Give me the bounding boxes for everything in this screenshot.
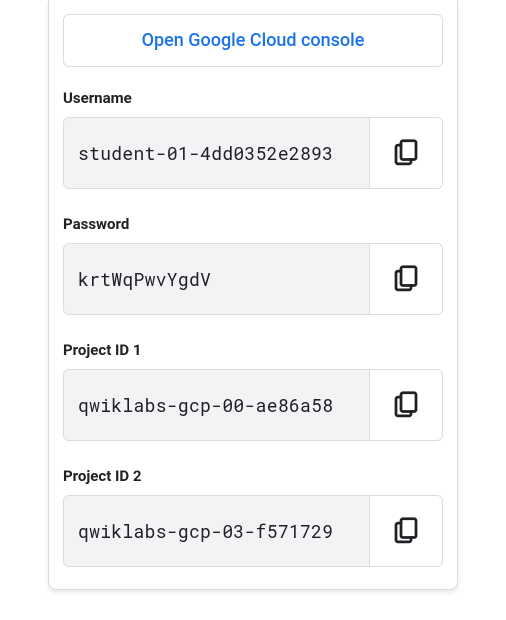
- project-id-1-row: qwiklabs-gcp-00-ae86a58: [63, 369, 443, 441]
- copy-icon: [391, 137, 421, 170]
- project-id-1-value: qwiklabs-gcp-00-ae86a58: [64, 370, 370, 440]
- open-google-cloud-console-button[interactable]: Open Google Cloud console: [63, 14, 443, 67]
- project-id-2-row: qwiklabs-gcp-03-f571729: [63, 495, 443, 567]
- copy-project-id-1-button[interactable]: [370, 370, 442, 440]
- password-row: krtWqPwvYgdV: [63, 243, 443, 315]
- project-id-2-value: qwiklabs-gcp-03-f571729: [64, 496, 370, 566]
- password-label: Password: [63, 215, 443, 233]
- project-id-1-label: Project ID 1: [63, 341, 443, 359]
- username-value: student-01-4dd0352e2893: [64, 118, 370, 188]
- username-label: Username: [63, 89, 443, 107]
- copy-icon: [391, 515, 421, 548]
- lab-credentials-card: Open Google Cloud console Username stude…: [48, 0, 458, 590]
- copy-icon: [391, 263, 421, 296]
- copy-password-button[interactable]: [370, 244, 442, 314]
- username-row: student-01-4dd0352e2893: [63, 117, 443, 189]
- password-value: krtWqPwvYgdV: [64, 244, 370, 314]
- project-id-2-label: Project ID 2: [63, 467, 443, 485]
- copy-username-button[interactable]: [370, 118, 442, 188]
- copy-project-id-2-button[interactable]: [370, 496, 442, 566]
- copy-icon: [391, 389, 421, 422]
